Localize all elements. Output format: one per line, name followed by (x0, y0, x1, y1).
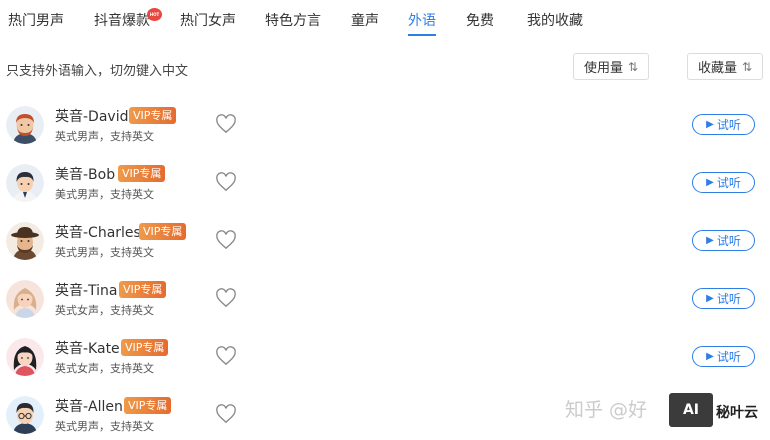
sort-icon: ⇅ (741, 59, 753, 74)
preview-label: 试听 (716, 118, 741, 132)
vip-badge: VIP专属 (119, 281, 167, 298)
voice-name: 英音-Tina (55, 283, 118, 299)
vip-badge: VIP专属 (129, 107, 177, 124)
woman-blonde-icon (6, 280, 44, 318)
man-dark-hair-icon (6, 164, 44, 202)
voice-row: 英音-Allen VIP专属 英式男声，支持英文 (0, 396, 770, 440)
vip-badge: VIP专属 (118, 165, 166, 182)
tab-foreign[interactable]: 外语 (408, 10, 436, 36)
voice-name: 英音-David (55, 109, 129, 125)
voice-row: 英音-Tina VIP专属 英式女声，支持英文 ▶ 试听 (0, 280, 770, 338)
voice-name: 英音-Kate (55, 341, 120, 357)
woman-black-hair-icon (6, 338, 44, 376)
tab-foreign-label: 外语 (408, 13, 436, 29)
preview-label: 试听 (716, 350, 741, 364)
tab-douyin-hits[interactable]: 抖音爆款 (94, 10, 150, 30)
vip-badge: VIP专属 (124, 397, 172, 414)
voice-description: 英式男声，支持英文 (55, 420, 154, 433)
voice-row: 美音-Bob VIP专属 美式男声，支持英文 ▶ 试听 (0, 164, 770, 222)
favorite-heart-icon[interactable] (215, 288, 237, 308)
voice-description: 英式男声，支持英文 (55, 130, 154, 143)
tab-free[interactable]: 免费 (466, 10, 494, 30)
man-glasses-icon (6, 396, 44, 434)
input-hint: 只支持外语输入，切勿键入中文 (6, 64, 189, 79)
favorite-heart-icon[interactable] (215, 230, 237, 250)
preview-play-button[interactable]: ▶ 试听 (692, 288, 755, 309)
tab-hot-female[interactable]: 热门女声 (180, 10, 236, 30)
voice-description: 英式女声，支持英文 (55, 362, 154, 375)
avatar (6, 106, 44, 144)
sort-by-usage-button[interactable]: 使用量 ⇅ (573, 53, 649, 80)
voice-description: 美式男声，支持英文 (55, 188, 154, 201)
avatar (6, 280, 44, 318)
voice-name: 英音-Allen (55, 399, 123, 415)
play-icon: ▶ (706, 177, 714, 188)
sort-by-usage-label: 使用量 (583, 61, 623, 76)
avatar (6, 338, 44, 376)
play-icon: ▶ (706, 119, 714, 130)
voice-row: 英音-Charles VIP专属 英式男声，支持英文 ▶ 试听 (0, 222, 770, 280)
active-tab-underline (408, 34, 436, 36)
sort-icon: ⇅ (627, 59, 639, 74)
man-red-hair-icon (6, 106, 44, 144)
play-icon: ▶ (706, 235, 714, 246)
sort-by-favorites-label: 收藏量 (697, 61, 737, 76)
preview-label: 试听 (716, 292, 741, 306)
preview-label: 试听 (716, 234, 741, 248)
tab-my-favorites[interactable]: 我的收藏 (527, 10, 583, 30)
tab-hot-male[interactable]: 热门男声 (8, 10, 64, 30)
avatar (6, 164, 44, 202)
category-tabs: 热门男声 抖音爆款 HOT 热门女声 特色方言 童声 外语 免费 我的收藏 (0, 0, 770, 40)
watermark-brand: 秘叶云 (716, 405, 758, 421)
preview-label: 试听 (716, 176, 741, 190)
voice-description: 英式男声，支持英文 (55, 246, 154, 259)
vip-badge: VIP专属 (139, 223, 187, 240)
preview-play-button[interactable]: ▶ 试听 (692, 346, 755, 367)
preview-play-button[interactable]: ▶ 试听 (692, 230, 755, 251)
favorite-heart-icon[interactable] (215, 172, 237, 192)
voice-description: 英式女声，支持英文 (55, 304, 154, 317)
voice-name: 美音-Bob (55, 167, 116, 183)
man-hat-beard-icon (6, 222, 44, 260)
watermark-text: 知乎 @好 (565, 399, 648, 421)
favorite-heart-icon[interactable] (215, 404, 237, 424)
tab-child[interactable]: 童声 (351, 10, 379, 30)
vip-badge: VIP专属 (121, 339, 169, 356)
voice-row: 英音-David VIP专属 英式男声，支持英文 ▶ 试听 (0, 106, 770, 164)
avatar (6, 396, 44, 434)
play-icon: ▶ (706, 351, 714, 362)
watermark-logo: AI (669, 393, 713, 427)
preview-play-button[interactable]: ▶ 试听 (692, 114, 755, 135)
favorite-heart-icon[interactable] (215, 114, 237, 134)
hot-badge: HOT (147, 8, 162, 21)
voice-row: 英音-Kate VIP专属 英式女声，支持英文 ▶ 试听 (0, 338, 770, 396)
sort-by-favorites-button[interactable]: 收藏量 ⇅ (687, 53, 763, 80)
preview-play-button[interactable]: ▶ 试听 (692, 172, 755, 193)
voice-name: 英音-Charles (55, 225, 141, 241)
play-icon: ▶ (706, 293, 714, 304)
favorite-heart-icon[interactable] (215, 346, 237, 366)
tab-dialect[interactable]: 特色方言 (265, 10, 321, 30)
avatar (6, 222, 44, 260)
